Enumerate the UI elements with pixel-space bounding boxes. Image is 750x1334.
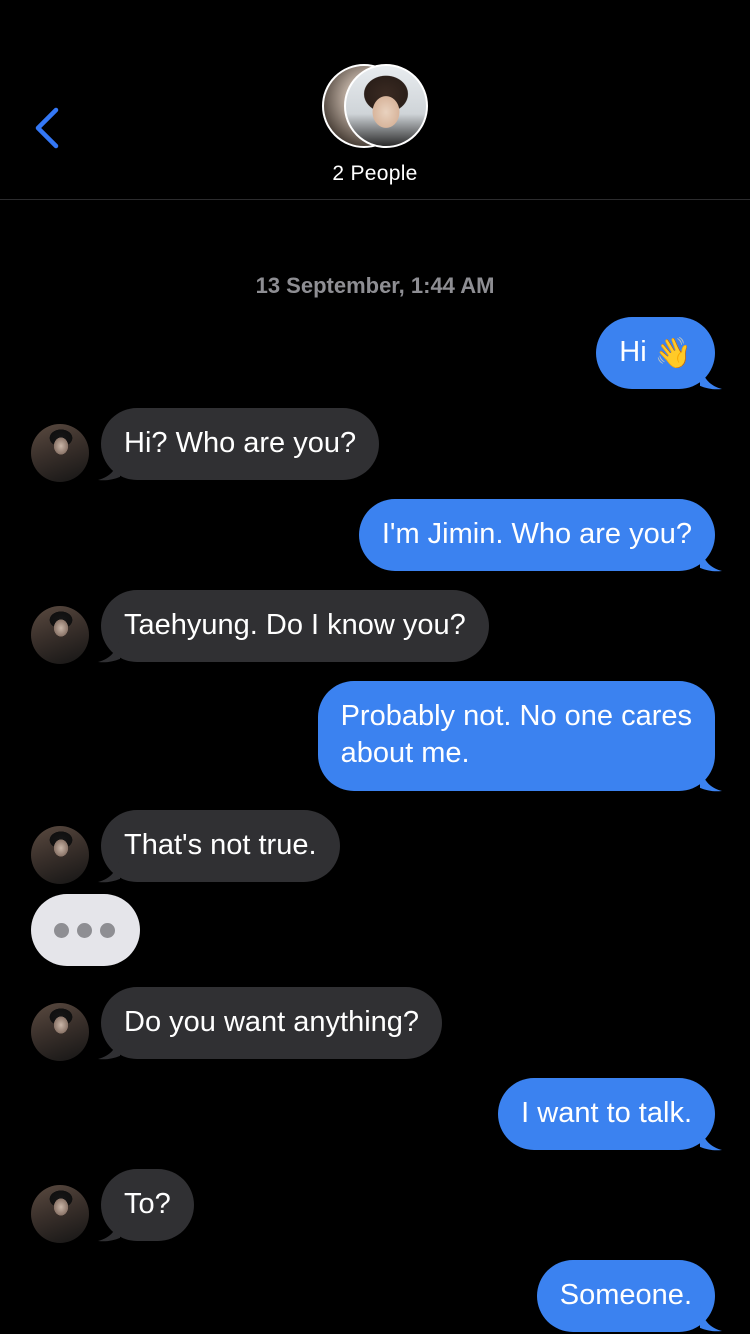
conversation-header: 2 People [0, 0, 750, 200]
message-text: Hi? Who are you? [124, 427, 357, 459]
typing-dot [100, 923, 115, 938]
participant-avatar [344, 64, 428, 148]
incoming-message[interactable]: Taehyung. Do I know you? [101, 590, 489, 662]
message-text-line: about me. [340, 737, 470, 769]
back-button[interactable] [30, 104, 70, 152]
outgoing-message[interactable]: Someone. [536, 1260, 715, 1332]
message-text: To? [124, 1188, 171, 1220]
group-avatar[interactable] [322, 64, 428, 148]
contact-avatar[interactable] [31, 1003, 89, 1061]
contact-avatar[interactable] [31, 826, 89, 884]
bubble-tail [98, 1032, 120, 1060]
bubble-tail [98, 635, 120, 663]
typing-dot [54, 923, 69, 938]
message-text: Taehyung. Do I know you? [124, 609, 466, 641]
waving-hand-emoji: 👋 [654, 337, 692, 370]
outgoing-message[interactable]: I'm Jimin. Who are you? [358, 499, 715, 571]
chevron-left-icon [35, 107, 59, 149]
participants-label[interactable]: 2 People [0, 162, 750, 186]
bubble-tail [98, 1214, 120, 1242]
bubble-tail [700, 1304, 722, 1332]
message-text: I'm Jimin. Who are you? [381, 518, 692, 550]
bubble-tail [98, 855, 120, 883]
contact-avatar[interactable] [31, 606, 89, 664]
bubble-tail [700, 1123, 722, 1151]
incoming-message[interactable]: Hi? Who are you? [101, 408, 380, 480]
outgoing-message[interactable]: I want to talk. [498, 1078, 715, 1150]
message-text: That's not true. [124, 829, 317, 861]
message-text: I want to talk. [521, 1097, 692, 1129]
incoming-message[interactable]: That's not true. [101, 810, 340, 882]
typing-dot [77, 923, 92, 938]
message-text: Do you want anything? [124, 1006, 420, 1038]
message-text-line: Probably not. No one cares [340, 700, 692, 732]
bubble-tail [98, 453, 120, 481]
bubble-tail [700, 362, 722, 390]
message-text: Hi [619, 336, 647, 368]
bubble-tail [700, 544, 722, 572]
message-text: Someone. [559, 1279, 692, 1311]
bubble-tail [700, 764, 722, 792]
thread-timestamp: 13 September, 1:44 AM [255, 273, 495, 298]
contact-avatar[interactable] [31, 1185, 89, 1243]
typing-indicator [31, 894, 140, 966]
outgoing-message[interactable]: Probably not. No one cares about me. [317, 681, 715, 791]
contact-avatar[interactable] [31, 424, 89, 482]
incoming-message[interactable]: Do you want anything? [101, 987, 443, 1059]
outgoing-message[interactable]: Hi 👋 [596, 317, 715, 389]
